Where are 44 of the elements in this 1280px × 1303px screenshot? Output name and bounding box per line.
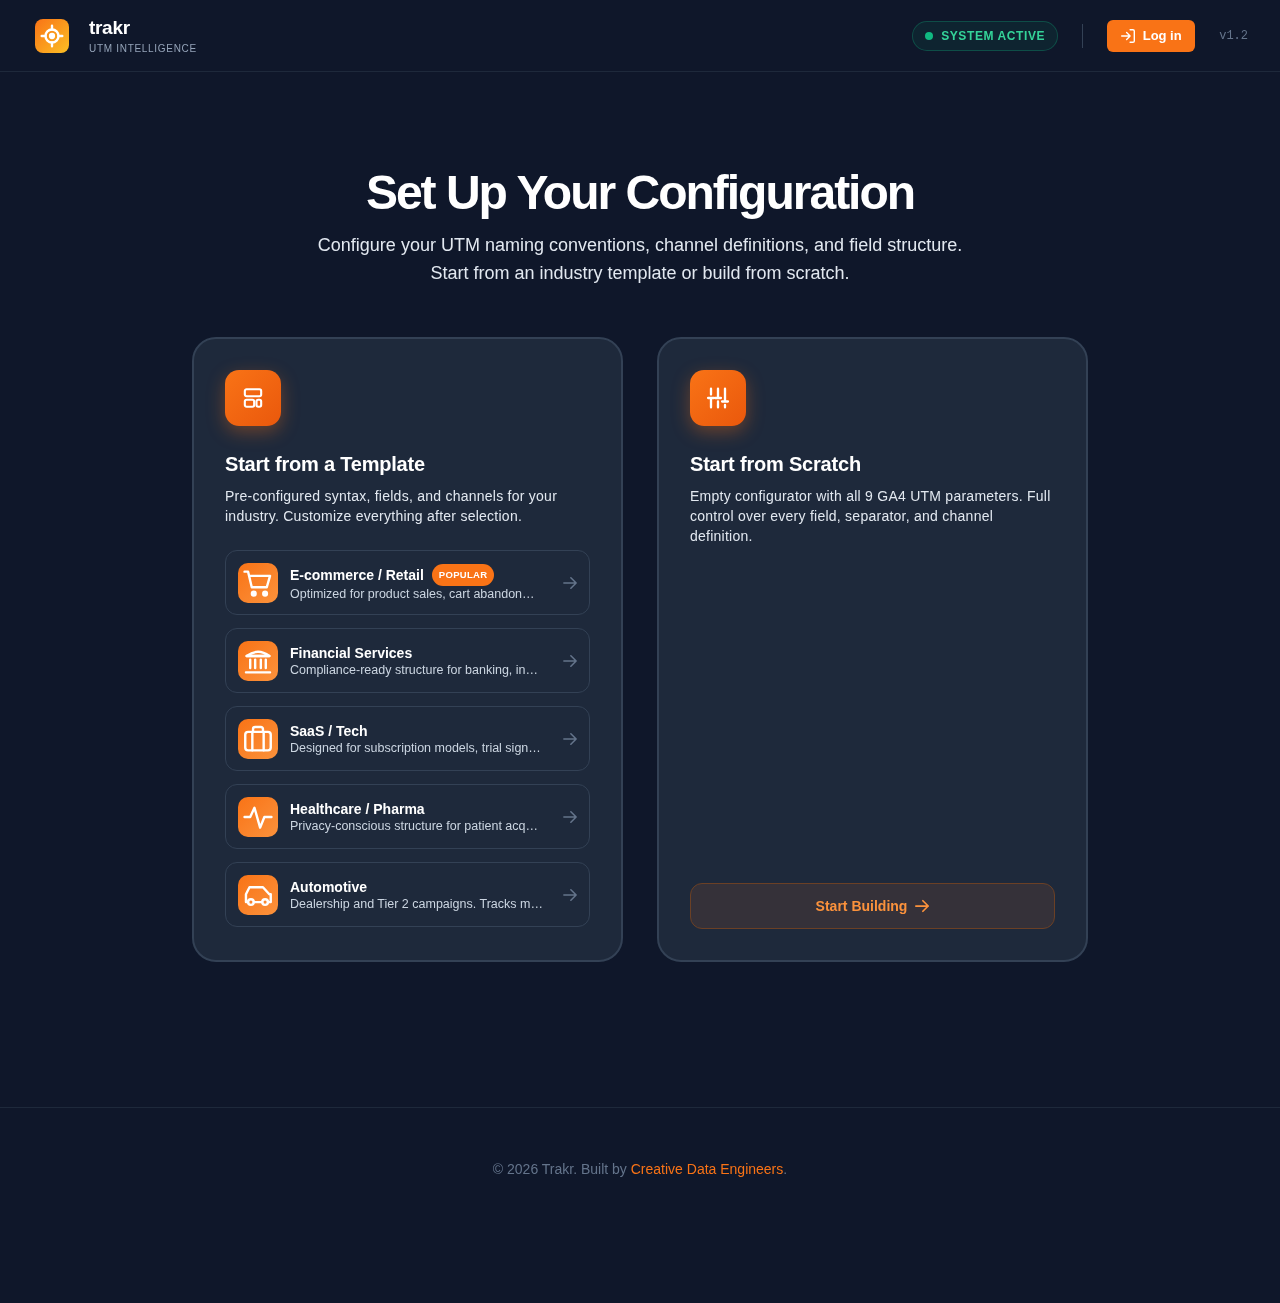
- login-icon: [1120, 28, 1135, 43]
- bank-icon: [238, 640, 278, 681]
- cart-icon: [238, 562, 278, 603]
- brand-name: trakr: [89, 16, 131, 39]
- option-title: Start from Scratch: [690, 452, 862, 477]
- template-option[interactable]: Financial Services Compliance-ready structure for banking, in…: [225, 628, 590, 693]
- template-title: SaaS / Tech: [290, 721, 368, 740]
- arrow-right-icon: [563, 575, 577, 590]
- footer-text: © 2026 Trakr. Built by Creative Data Engineers.: [492, 1160, 788, 1179]
- arrow-right-icon: [563, 887, 577, 902]
- briefcase-icon: [238, 718, 278, 759]
- status-dot-icon: [925, 31, 934, 40]
- template-option[interactable]: SaaS / Tech Designed for subscription models, trial sign…: [225, 706, 590, 771]
- template-option[interactable]: Automotive Dealership and Tier 2 campaigns. Tracks m…: [225, 862, 590, 927]
- template-title: Financial Services: [290, 643, 413, 662]
- arrow-right-icon: [563, 653, 577, 668]
- page-subtitle: Configure your UTM naming conventions, channel definitions, and field structure. Start from an industry template or build from scratch.: [317, 234, 963, 285]
- template-description: Dealership and Tier 2 campaigns. Tracks m…: [290, 895, 543, 912]
- start-building-button[interactable]: Start Building: [690, 883, 1055, 929]
- status-label: SYSTEM ACTIVE: [941, 27, 1046, 45]
- template-description: Optimized for product sales, cart abandon…: [290, 585, 535, 602]
- template-description: Compliance-ready structure for banking, in…: [290, 661, 539, 678]
- sliders-icon: [690, 370, 746, 426]
- option-description: Pre-configured syntax, fields, and channels for your industry. Customize everything after selection.: [225, 487, 559, 526]
- option-description: Empty configurator with all 9 GA4 UTM parameters. Full control over every field, separator, and channel definition.: [690, 487, 1052, 546]
- arrow-right-icon: [915, 899, 930, 913]
- version-label: v1.2: [1219, 27, 1248, 45]
- template-option[interactable]: Healthcare / Pharma Privacy-conscious structure for patient acq…: [225, 784, 590, 849]
- template-title: Automotive: [290, 877, 367, 896]
- page-title: Set Up Your Configuration: [365, 165, 915, 221]
- template-title: Healthcare / Pharma: [290, 799, 425, 818]
- brand-tagline: UTM INTELLIGENCE: [89, 42, 197, 55]
- popular-tag: POPULAR: [431, 563, 495, 586]
- template-option[interactable]: E-commerce / Retail POPULAR Optimized for product sales, cart abandon…: [225, 550, 590, 615]
- template-description: Designed for subscription models, trial sign…: [290, 739, 541, 756]
- layout-icon: [225, 370, 281, 426]
- car-icon: [238, 874, 278, 915]
- arrow-right-icon: [563, 809, 577, 824]
- template-description: Privacy-conscious structure for patient acq…: [290, 817, 539, 834]
- template-title: E-commerce / Retail: [290, 565, 424, 584]
- crosshair-icon: [35, 18, 69, 53]
- pulse-icon: [238, 796, 278, 837]
- option-title: Start from a Template: [225, 452, 426, 477]
- arrow-right-icon: [563, 731, 577, 746]
